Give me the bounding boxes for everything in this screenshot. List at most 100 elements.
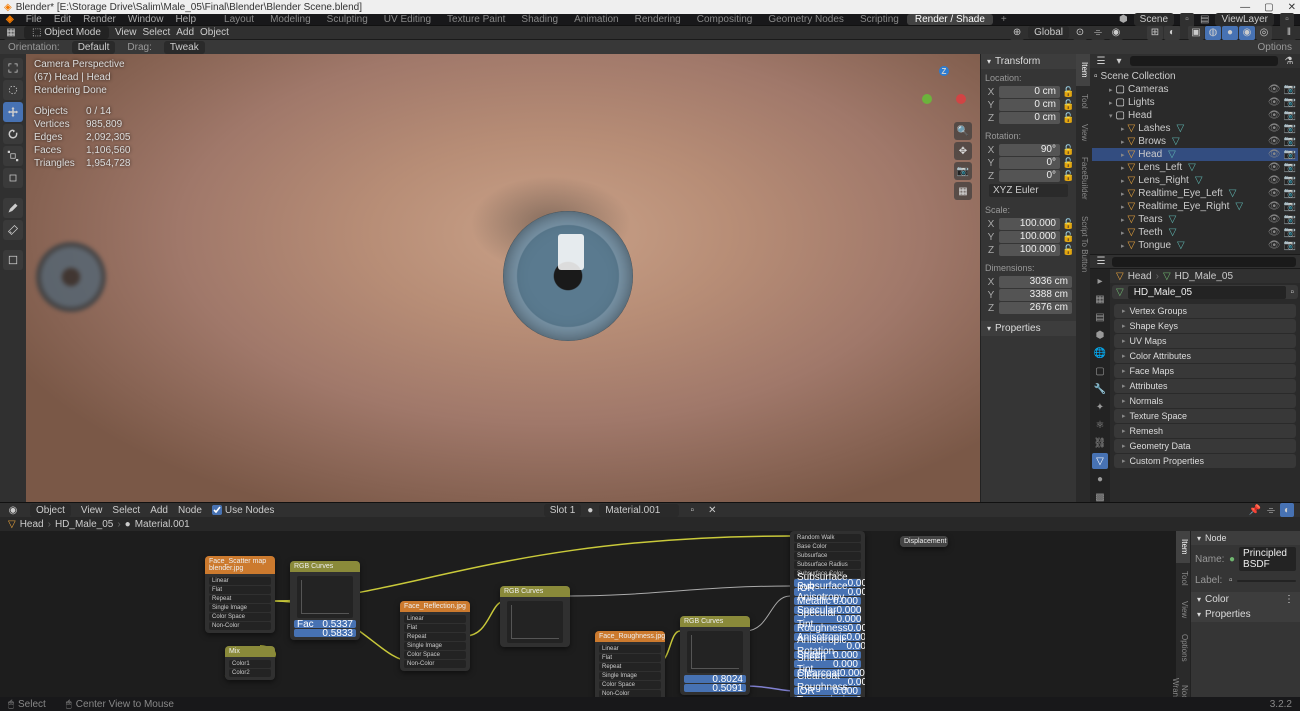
lock-icon[interactable]: 🔓: [1062, 219, 1072, 230]
props-section-face-maps[interactable]: Face Maps: [1114, 364, 1296, 378]
location-x-field[interactable]: 0 cm: [999, 86, 1060, 98]
node-field[interactable]: Repeat: [209, 595, 271, 603]
lock-icon[interactable]: 🔓: [1062, 100, 1072, 111]
node-n-tab-view[interactable]: View: [1176, 593, 1190, 626]
outliner-item-lights[interactable]: ▸▢Lights👁📷: [1092, 96, 1298, 109]
node-name-field[interactable]: Principled BSDF: [1239, 547, 1296, 571]
node-field[interactable]: Flat: [599, 654, 661, 662]
pivot-icon[interactable]: ⊙: [1073, 26, 1087, 40]
lock-icon[interactable]: 🔓: [1062, 145, 1072, 156]
props-section-vertex-groups[interactable]: Vertex Groups: [1114, 304, 1296, 318]
lock-icon[interactable]: 🔓: [1062, 171, 1072, 182]
outliner-item-lens-left[interactable]: ▸▽Lens_Left▽👁📷: [1092, 161, 1298, 174]
disclosure-icon[interactable]: ▸: [1121, 216, 1125, 224]
header-menu-view[interactable]: View: [115, 27, 137, 38]
outliner-item-realtime-eye-left[interactable]: ▸▽Realtime_Eye_Left▽👁📷: [1092, 187, 1298, 200]
proportional-icon[interactable]: ◉: [1109, 26, 1123, 40]
workspace-tab-texture-paint[interactable]: Texture Paint: [439, 14, 513, 25]
workspace-tab-render-shade[interactable]: Render / Shade: [907, 14, 993, 25]
node-rgb-curves-1[interactable]: RGB Curves Fac0.5337 0.5833: [290, 561, 360, 640]
options-dropdown[interactable]: Options: [1258, 42, 1292, 53]
node-menu-add[interactable]: Add: [150, 505, 168, 516]
zoom-icon[interactable]: 🔍: [954, 122, 972, 140]
node-n-tab-options[interactable]: Options: [1176, 626, 1190, 670]
node-panel-header[interactable]: Node: [1191, 531, 1300, 545]
props-section-uv-maps[interactable]: UV Maps: [1114, 334, 1296, 348]
maximize-button[interactable]: ▢: [1264, 2, 1273, 13]
dimension-z-field[interactable]: 2676 cm: [999, 302, 1072, 314]
rotation-y-field[interactable]: 0°: [999, 157, 1060, 169]
pin-icon[interactable]: 📌: [1248, 503, 1262, 517]
solid-shading[interactable]: ●: [1222, 26, 1238, 40]
n-properties-header[interactable]: Properties: [981, 321, 1076, 336]
tool-transform[interactable]: [3, 168, 23, 188]
visibility-icon[interactable]: 👁: [1268, 149, 1281, 160]
perspective-toggle-icon[interactable]: ▦: [954, 182, 972, 200]
workspace-tab-sculpting[interactable]: Sculpting: [319, 14, 376, 25]
disclosure-icon[interactable]: ▸: [1121, 138, 1125, 146]
node-field[interactable]: Color Space: [209, 613, 271, 621]
outliner-item-head[interactable]: ▸▽Head▽👁📷: [1092, 148, 1298, 161]
visibility-icon[interactable]: 👁: [1268, 240, 1281, 251]
rotation-mode[interactable]: XYZ Euler: [989, 184, 1068, 197]
disclosure-icon[interactable]: ▸: [1121, 151, 1125, 159]
tab-material[interactable]: ●: [1092, 471, 1108, 487]
transform-header[interactable]: Transform: [981, 54, 1076, 69]
render-visibility-icon[interactable]: 📷: [1284, 110, 1296, 121]
tool-measure[interactable]: [3, 220, 23, 240]
node-n-tab-tool[interactable]: Tool: [1176, 563, 1190, 594]
workspace-tab-uv-editing[interactable]: UV Editing: [376, 14, 439, 25]
render-visibility-icon[interactable]: 📷: [1284, 214, 1296, 225]
pan-icon[interactable]: ✥: [954, 142, 972, 160]
tab-mesh-data[interactable]: ▽: [1092, 453, 1108, 469]
tool-add-cube[interactable]: [3, 250, 23, 270]
menu-edit[interactable]: Edit: [54, 14, 71, 25]
disclosure-icon[interactable]: ▸: [1121, 177, 1125, 185]
tool-cursor[interactable]: [3, 80, 23, 100]
shader-input-subsurface[interactable]: Subsurface: [794, 552, 861, 560]
unlink-material-icon[interactable]: ✕: [705, 503, 719, 517]
outliner-search[interactable]: [1130, 56, 1278, 66]
header-menu-select[interactable]: Select: [142, 27, 170, 38]
node-rgb-curves-3[interactable]: RGB Curves 0.8024 0.5091: [680, 616, 750, 695]
node-field[interactable]: Single Image: [599, 672, 661, 680]
workspace-tab-layout[interactable]: Layout: [216, 14, 262, 25]
shader-input-subsurface-radius[interactable]: Subsurface Radius: [794, 561, 861, 569]
render-visibility-icon[interactable]: 📷: [1284, 136, 1296, 147]
tab-constraints[interactable]: ⛓: [1092, 435, 1108, 451]
outliner-type-icon[interactable]: ☰: [1094, 54, 1108, 68]
new-material-icon[interactable]: ▫: [685, 503, 699, 517]
scale-x-field[interactable]: 100.000: [999, 218, 1060, 230]
visibility-icon[interactable]: 👁: [1268, 214, 1281, 225]
visibility-icon[interactable]: 👁: [1268, 136, 1281, 147]
node-field[interactable]: Repeat: [599, 663, 661, 671]
node-mix-1[interactable]: Mix Color1Color2: [225, 646, 275, 680]
outliner-item-brows[interactable]: ▸▽Brows▽👁📷: [1092, 135, 1298, 148]
disclosure-icon[interactable]: ▸: [1109, 99, 1113, 107]
tab-render[interactable]: ▸: [1092, 273, 1108, 289]
workspace-tab-animation[interactable]: Animation: [566, 14, 626, 25]
node-field[interactable]: Single Image: [404, 642, 466, 650]
workspace-tab-modeling[interactable]: Modeling: [262, 14, 319, 25]
n-tab-facebuilder[interactable]: FaceBuilder: [1076, 149, 1090, 208]
overlay-node-icon[interactable]: ◐: [1280, 503, 1294, 517]
props-section-geometry-data[interactable]: Geometry Data: [1114, 439, 1296, 453]
mode-selector[interactable]: ⬚ Object Mode: [24, 26, 109, 39]
viewlayer-dropdown[interactable]: ViewLayer: [1215, 13, 1274, 26]
outliner-item-lens-right[interactable]: ▸▽Lens_Right▽👁📷: [1092, 174, 1298, 187]
disclosure-icon[interactable]: ▸: [1109, 86, 1113, 94]
header-menu-add[interactable]: Add: [176, 27, 194, 38]
tab-object[interactable]: ▢: [1092, 363, 1108, 379]
render-visibility-icon[interactable]: 📷: [1284, 162, 1296, 173]
scene-dropdown[interactable]: Scene: [1134, 13, 1174, 26]
workspace-tab-scripting[interactable]: Scripting: [852, 14, 907, 25]
n-tab-item[interactable]: Item: [1076, 54, 1090, 86]
node-n-tab-node-wrangler[interactable]: Node Wrangler: [1176, 670, 1190, 697]
tool-select-box[interactable]: [3, 58, 23, 78]
node-rgb-curves-2[interactable]: RGB Curves: [500, 586, 570, 647]
shader-input-random-walk[interactable]: Random Walk: [794, 534, 861, 542]
render-visibility-icon[interactable]: 📷: [1284, 188, 1296, 199]
workspace-tab-rendering[interactable]: Rendering: [627, 14, 689, 25]
node-n-tab-item[interactable]: Item: [1176, 531, 1190, 563]
visibility-icon[interactable]: 👁: [1268, 188, 1281, 199]
